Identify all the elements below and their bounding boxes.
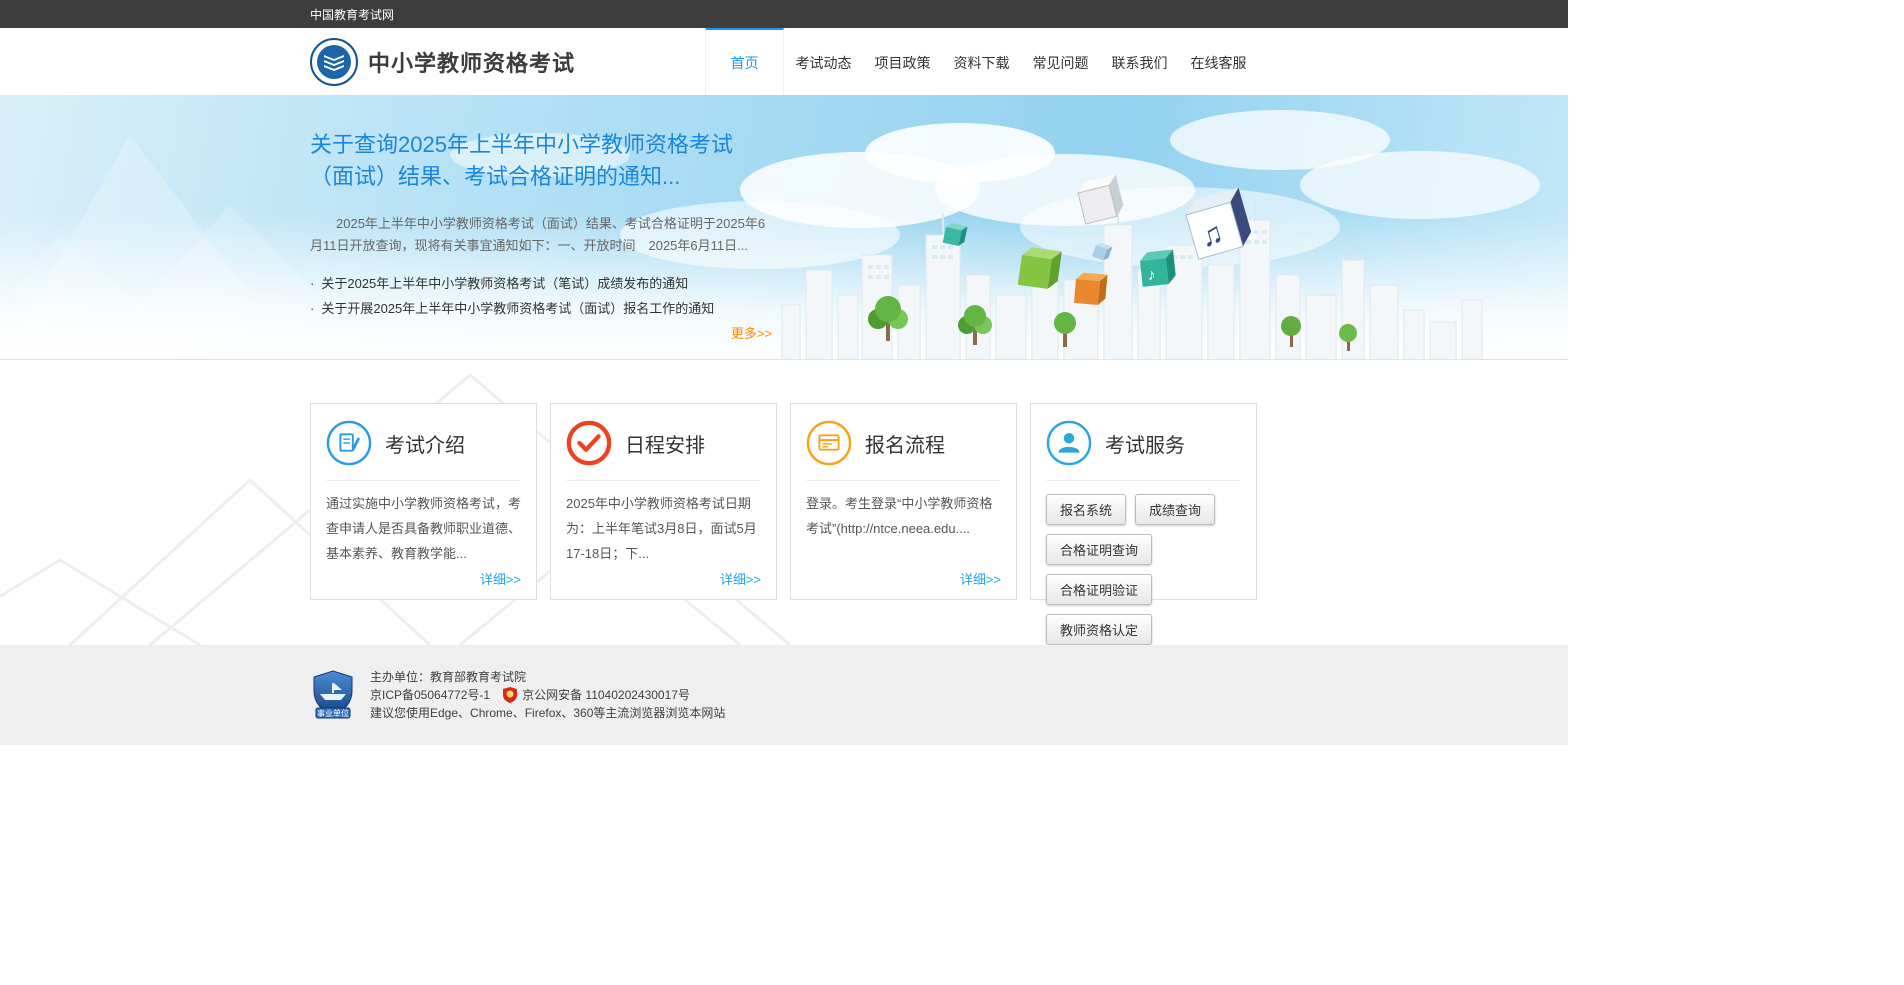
schedule-check-icon — [566, 420, 612, 466]
footer-text: 主办单位：教育部教育考试院 京ICP备05064772号-1 京公网安备 110… — [370, 668, 725, 722]
nav-item-contact[interactable]: 联系我们 — [1100, 28, 1179, 95]
list-item: 关于2025年上半年中小学教师资格考试（笔试）成绩发布的通知 — [310, 271, 772, 296]
organizer-line: 主办单位：教育部教育考试院 — [370, 670, 527, 684]
teacher-certification-button[interactable]: 教师资格认定 — [1046, 614, 1153, 645]
more-link[interactable]: 更多>> — [731, 326, 772, 341]
nav-item-downloads[interactable]: 资料下载 — [942, 28, 1021, 95]
detail-link[interactable]: 详细>> — [480, 569, 521, 588]
card-schedule: 日程安排 2025年中小学教师资格考试日期为：上半年笔试3月8日，面试5月17-… — [550, 403, 777, 600]
list-item: 关于开展2025年上半年中小学教师资格考试（面试）报名工作的通知 — [310, 296, 772, 321]
detail-link[interactable]: 详细>> — [960, 569, 1001, 588]
card-title: 考试介绍 — [385, 434, 465, 457]
card-body: 2025年中小学教师资格考试日期为：上半年笔试3月8日，面试5月17-18日；下… — [566, 496, 757, 561]
certificate-query-button[interactable]: 合格证明查询 — [1046, 534, 1153, 565]
badge-label: 事业单位 — [317, 708, 349, 718]
nav-item-policies[interactable]: 项目政策 — [863, 28, 942, 95]
icp-link[interactable]: 京ICP备05064772号-1 — [370, 686, 490, 704]
topbar: 中国教育考试网 — [0, 0, 1568, 28]
card-registration-process: 报名流程 登录。考生登录“中小学教师资格考试”(http://ntce.neea… — [790, 403, 1017, 600]
hero-news-list: 关于2025年上半年中小学教师资格考试（笔试）成绩发布的通知 关于开展2025年… — [310, 271, 772, 321]
site-logo-icon — [310, 37, 358, 86]
registration-system-button[interactable]: 报名系统 — [1046, 494, 1127, 525]
card-title: 报名流程 — [865, 434, 945, 457]
cards-section: 考试介绍 通过实施中小学教师资格考试，考查申请人是否具备教师职业道德、基本素养、… — [0, 360, 1568, 645]
browser-tip: 建议您使用Edge、Chrome、Firefox、360等主流浏览器浏览本网站 — [370, 706, 726, 720]
site-title: 中小学教师资格考试 — [368, 50, 576, 76]
services-user-icon — [1046, 420, 1092, 466]
hero-banner: ♪ ♫ 关于查询2025年上半年中小学教师资格考试（面试）结果、考试合格证明的通… — [0, 95, 1568, 360]
card-exam-services: 考试服务 报名系统 成绩查询 合格证明查询 合格证明验证 教师资格认定 — [1030, 403, 1257, 645]
nav-item-online-service[interactable]: 在线客服 — [1179, 28, 1258, 95]
header: 中小学教师资格考试 首页 考试动态 项目政策 资料下载 常见问题 联系我们 在线… — [0, 28, 1568, 95]
police-badge-icon — [503, 687, 518, 703]
news-link[interactable]: 关于开展2025年上半年中小学教师资格考试（面试）报名工作的通知 — [321, 301, 714, 316]
nav-item-home[interactable]: 首页 — [705, 28, 784, 95]
page: 中国教育考试网 中小学教师资格考试 首页 考试动态 项目政策 资料下载 常见问题… — [0, 0, 1568, 745]
site-name-link[interactable]: 中国教育考试网 — [310, 6, 394, 23]
nav-item-faq[interactable]: 常见问题 — [1021, 28, 1100, 95]
certificate-verify-button[interactable]: 合格证明验证 — [1046, 574, 1153, 605]
news-link[interactable]: 关于2025年上半年中小学教师资格考试（笔试）成绩发布的通知 — [321, 276, 688, 291]
card-exam-intro: 考试介绍 通过实施中小学教师资格考试，考查申请人是否具备教师职业道德、基本素养、… — [310, 403, 537, 600]
card-body: 通过实施中小学教师资格考试，考查申请人是否具备教师职业道德、基本素养、教育教学能… — [326, 496, 522, 561]
registration-form-icon — [806, 420, 852, 466]
hero-notice-summary: 2025年上半年中小学教师资格考试（面试）结果、考试合格证明于2025年6月11… — [310, 216, 766, 253]
hero-notice-title[interactable]: 关于查询2025年上半年中小学教师资格考试（面试）结果、考试合格证明的通知... — [310, 129, 772, 193]
brand-link[interactable]: 中小学教师资格考试 — [310, 28, 575, 95]
detail-link[interactable]: 详细>> — [720, 569, 761, 588]
nav-item-exam-news[interactable]: 考试动态 — [784, 28, 863, 95]
score-query-button[interactable]: 成绩查询 — [1135, 494, 1216, 525]
main-nav: 首页 考试动态 项目政策 资料下载 常见问题 联系我们 在线客服 — [705, 28, 1258, 95]
footer: 事业单位 主办单位：教育部教育考试院 京ICP备05064772号-1 京公网安… — [0, 645, 1568, 745]
card-body: 登录。考生登录“中小学教师资格考试”(http://ntce.neea.edu.… — [806, 496, 993, 536]
service-buttons: 报名系统 成绩查询 合格证明查询 合格证明验证 教师资格认定 — [1046, 494, 1241, 645]
card-title: 日程安排 — [625, 434, 705, 457]
exam-intro-pencil-icon — [326, 420, 372, 466]
card-title: 考试服务 — [1105, 434, 1185, 457]
hero-content: 关于查询2025年上半年中小学教师资格考试（面试）结果、考试合格证明的通知...… — [310, 95, 772, 343]
institution-badge-icon[interactable]: 事业单位 — [310, 670, 356, 720]
police-filing-link[interactable]: 京公网安备 11040202430017号 — [522, 686, 690, 704]
